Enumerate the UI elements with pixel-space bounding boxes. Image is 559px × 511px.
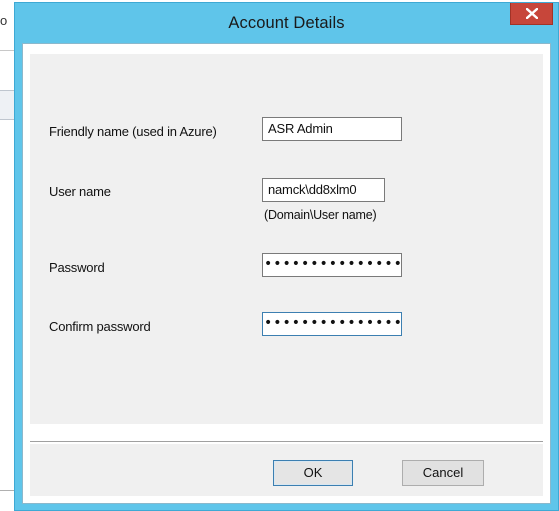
ok-button[interactable]: OK [273,460,353,486]
dialog-footer: OK Cancel [30,444,543,496]
friendly-name-label: Friendly name (used in Azure) [49,124,217,139]
background-toolbar [0,90,14,120]
dialog-titlebar[interactable]: Account Details [15,3,558,46]
user-name-input[interactable]: namck\dd8xlm0 [262,178,385,202]
user-name-format-hint: (Domain\User name) [264,208,377,222]
background-window: o [0,0,14,511]
confirm-password-masked-value: ••••••••••••••• [264,315,402,331]
background-divider-bottom [0,490,14,491]
close-button[interactable] [510,3,553,25]
confirm-password-label: Confirm password [49,319,151,334]
dialog-title: Account Details [228,14,345,32]
background-window-title-fragment: o [0,13,8,28]
user-name-label: User name [49,184,111,199]
password-label: Password [49,260,105,275]
cancel-button[interactable]: Cancel [402,460,484,486]
account-details-dialog: Account Details Friendly name (used in A… [14,2,559,511]
password-masked-value: ••••••••••••••• [264,256,402,272]
close-icon [526,8,538,19]
background-divider [0,50,14,51]
screen: o Account Details Friendly name (used in… [0,0,559,511]
friendly-name-input[interactable]: ASR Admin [262,117,402,141]
confirm-password-input[interactable]: ••••••••••••••• [262,312,402,336]
password-input[interactable]: ••••••••••••••• [262,253,402,277]
form-panel: Friendly name (used in Azure) ASR Admin … [30,54,543,424]
dialog-client-area: Friendly name (used in Azure) ASR Admin … [22,43,551,504]
